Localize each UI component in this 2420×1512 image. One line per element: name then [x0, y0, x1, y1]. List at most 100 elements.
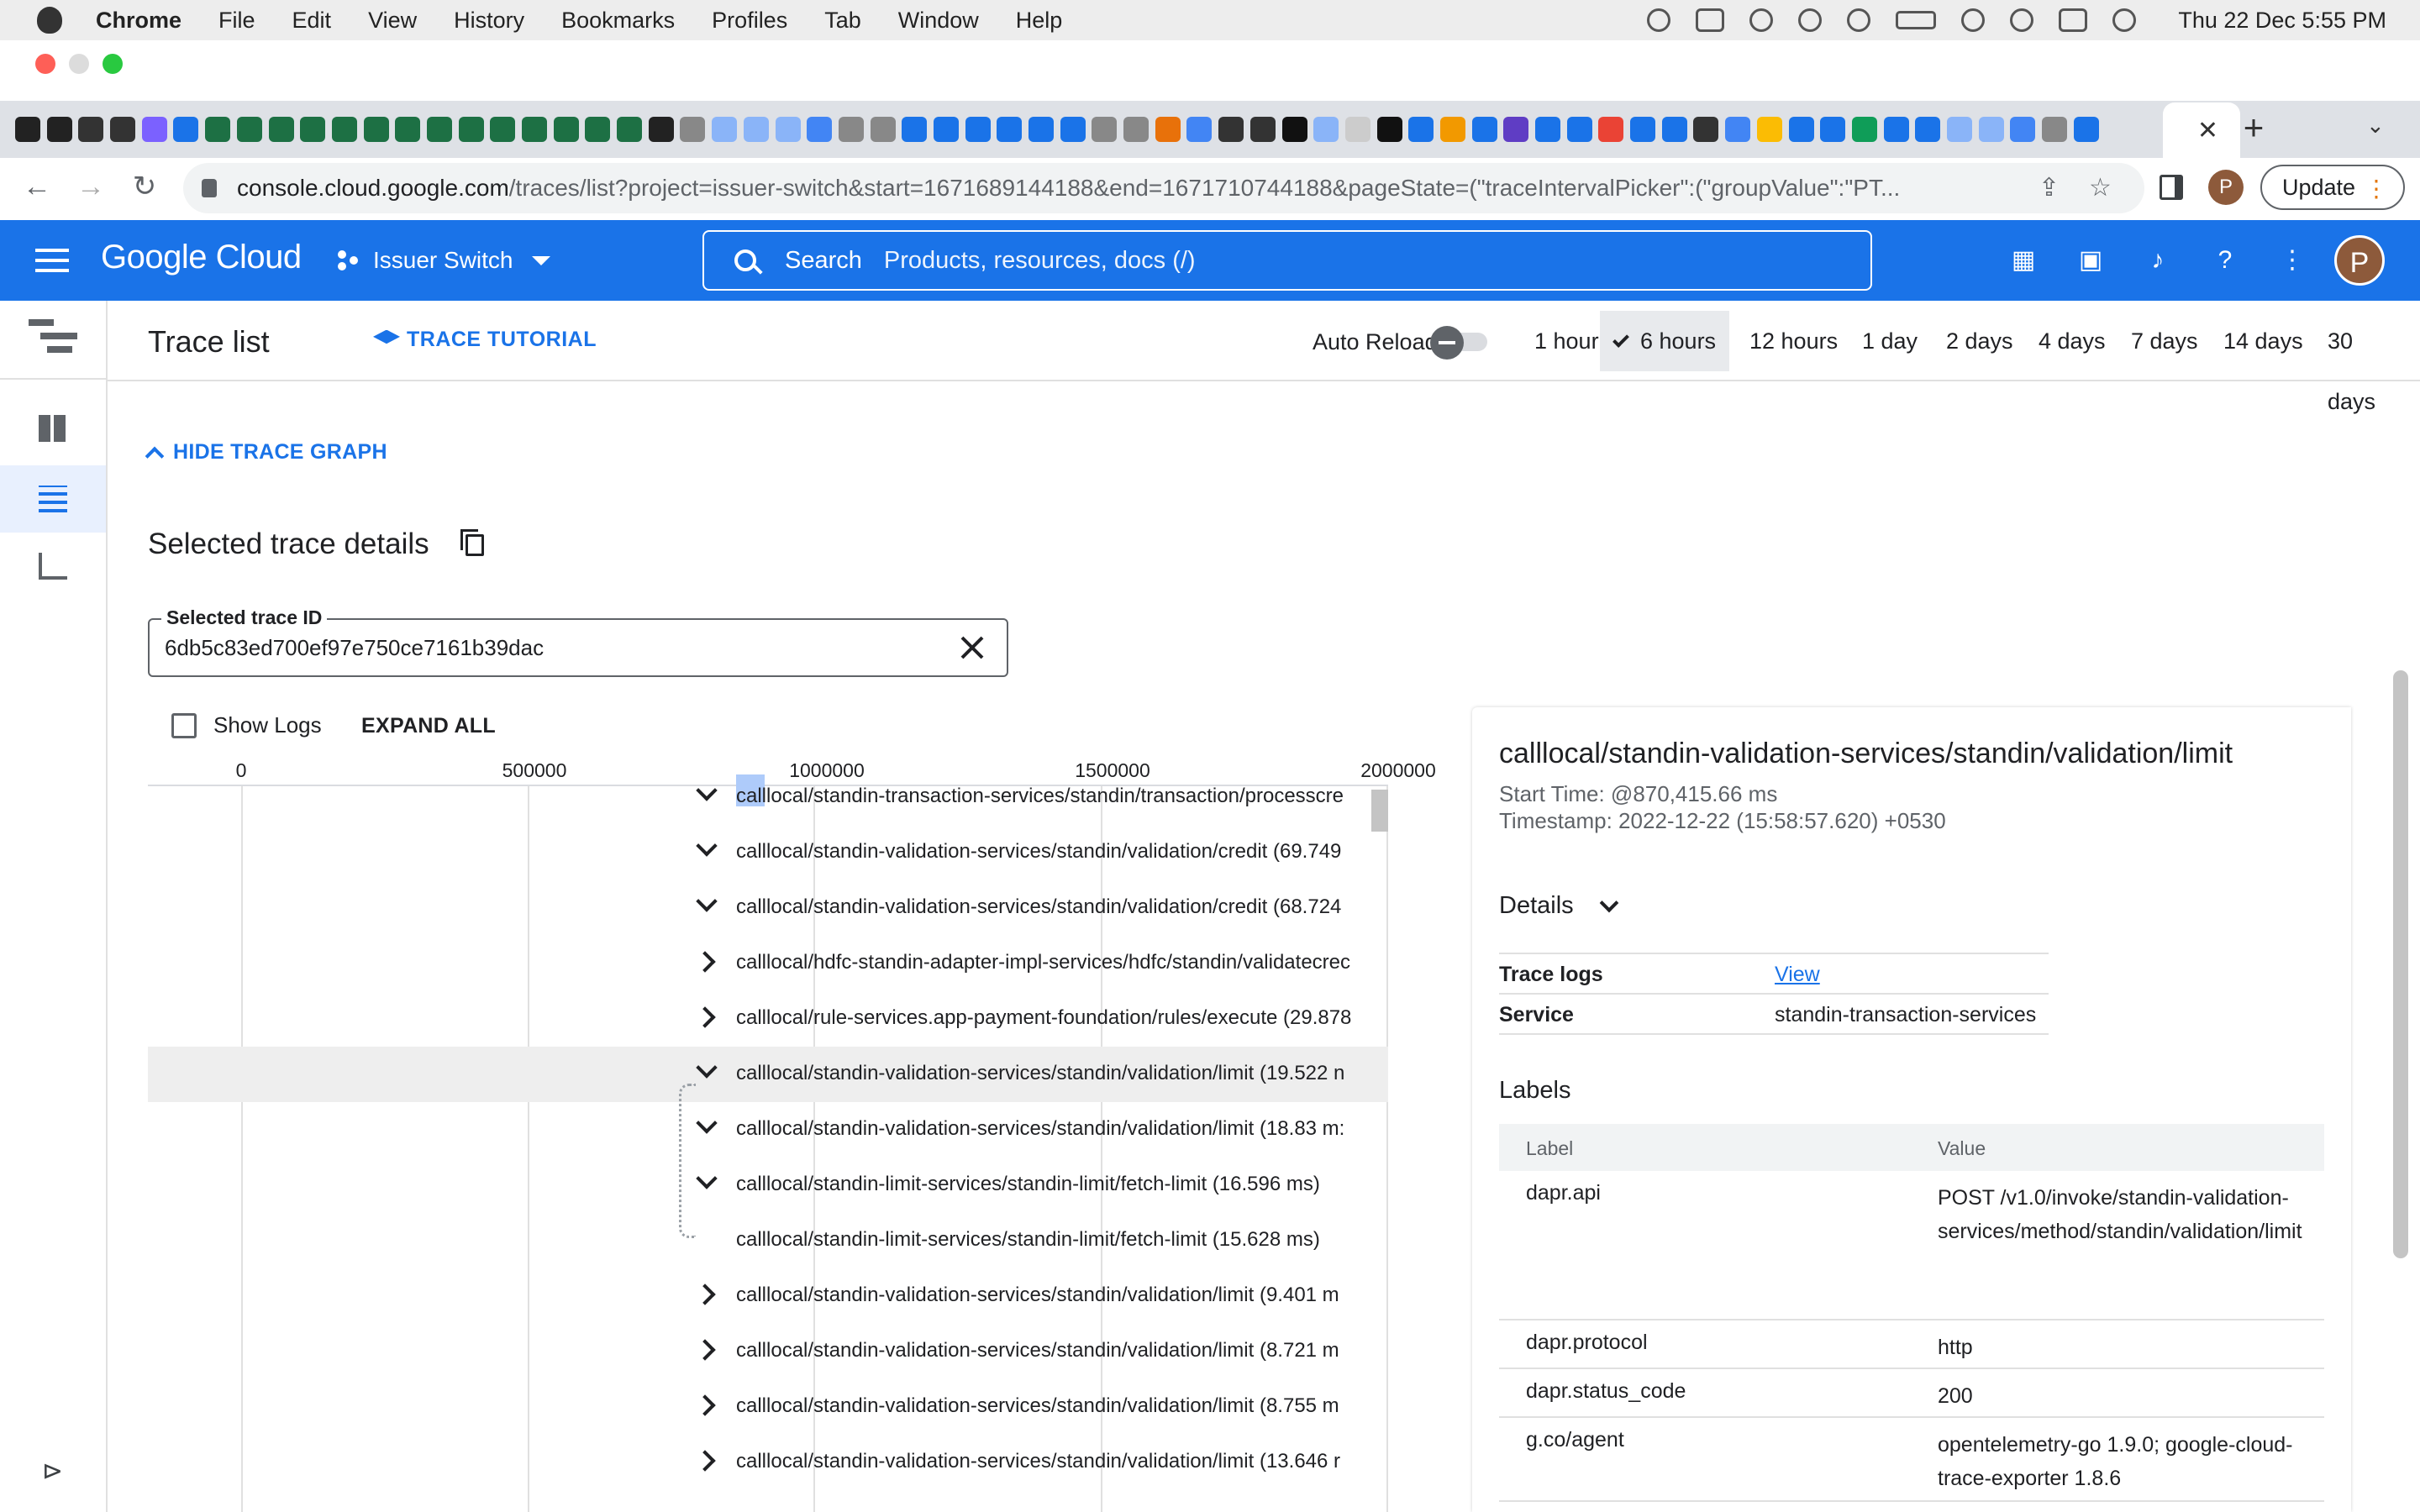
apple-icon[interactable]	[37, 7, 62, 34]
hamburger-menu-icon[interactable]	[35, 249, 69, 272]
control-center-icon[interactable]	[2059, 8, 2088, 32]
tab-favicon-icon[interactable]	[1946, 117, 1972, 142]
span-row[interactable]: calllocal/standin-validation-services/st…	[148, 1047, 1388, 1102]
tab-favicon-icon[interactable]	[110, 117, 136, 142]
tab-favicon-icon[interactable]	[1123, 117, 1150, 142]
tab-favicon-icon[interactable]	[775, 117, 801, 142]
tab-favicon-icon[interactable]	[46, 117, 72, 142]
chevron-right-icon[interactable]	[694, 1339, 716, 1361]
range-1-day[interactable]: 1 day	[1849, 311, 1931, 371]
address-bar[interactable]: console.cloud.google.com/traces/list?pro…	[183, 163, 2144, 213]
rail-analysis-reports[interactable]	[0, 533, 106, 600]
screenshot-icon[interactable]	[1696, 8, 1725, 32]
menu-tab[interactable]: Tab	[824, 8, 861, 34]
account-avatar[interactable]: P	[2334, 235, 2385, 286]
timeline-scrollbar[interactable]	[1371, 790, 1388, 832]
range-2-days[interactable]: 2 days	[1933, 311, 2027, 371]
range-1-hour[interactable]: 1 hour	[1521, 311, 1612, 371]
update-button[interactable]: Update ⋮	[2260, 165, 2405, 210]
tab-favicon-icon[interactable]	[1756, 117, 1782, 142]
range-7-days[interactable]: 7 days	[2118, 311, 2212, 371]
tab-search-chevron-icon[interactable]: ⌄	[2366, 113, 2385, 139]
menubar-clock[interactable]: Thu 22 Dec 5:55 PM	[2178, 8, 2386, 34]
menu-view[interactable]: View	[368, 8, 417, 34]
chevron-down-icon[interactable]	[696, 1168, 718, 1189]
chevron-down-icon[interactable]	[696, 1112, 718, 1134]
chevron-right-icon[interactable]	[694, 1284, 716, 1305]
show-logs-checkbox[interactable]: Show Logs	[171, 712, 322, 738]
menu-bookmarks[interactable]: Bookmarks	[561, 8, 675, 34]
chevron-right-icon[interactable]	[694, 1394, 716, 1416]
tab-favicon-icon[interactable]	[1218, 117, 1244, 142]
tab-favicon-icon[interactable]	[1439, 117, 1465, 142]
span-row[interactable]: calllocal/standin-validation-services/st…	[148, 825, 1388, 880]
tab-favicon-icon[interactable]	[1503, 117, 1529, 142]
play-icon[interactable]	[1749, 8, 1774, 32]
tab-favicon-icon[interactable]	[1186, 117, 1213, 142]
tab-favicon-icon[interactable]	[838, 117, 864, 142]
help-icon[interactable]: ?	[2212, 247, 2238, 274]
span-row[interactable]: calllocal/standin-validation-services/st…	[148, 1268, 1388, 1324]
lock-icon[interactable]	[202, 179, 217, 197]
active-tab[interactable]: ✕	[2163, 102, 2240, 158]
tab-favicon-icon[interactable]	[1820, 117, 1846, 142]
rail-trace-list[interactable]	[0, 465, 106, 533]
tab-favicon-icon[interactable]	[1978, 117, 2004, 142]
tab-favicon-icon[interactable]	[426, 117, 452, 142]
span-row[interactable]: calllocal/hdfc-standin-adapter-impl-serv…	[148, 936, 1388, 991]
span-row[interactable]: calllocal/standin-validation-services/st…	[148, 1435, 1388, 1490]
range-4-days[interactable]: 4 days	[2025, 311, 2119, 371]
tab-favicon-icon[interactable]	[300, 117, 326, 142]
tab-favicon-icon[interactable]	[1471, 117, 1497, 142]
moon-icon[interactable]	[1798, 8, 1823, 32]
tab-favicon-icon[interactable]	[617, 117, 643, 142]
chevron-down-icon[interactable]	[696, 1057, 718, 1079]
tab-favicon-icon[interactable]	[1566, 117, 1592, 142]
tab-favicon-icon[interactable]	[648, 117, 674, 142]
tab-favicon-icon[interactable]	[743, 117, 769, 142]
close-window-button[interactable]	[35, 54, 55, 74]
tab-favicon-icon[interactable]	[458, 117, 484, 142]
menu-profiles[interactable]: Profiles	[712, 8, 787, 34]
range-30-days[interactable]: 30 days	[2314, 311, 2420, 414]
details-expander[interactable]: Details	[1499, 892, 1618, 920]
kebab-menu-icon[interactable]: ⋮	[2365, 175, 2388, 202]
menu-edit[interactable]: Edit	[292, 8, 332, 34]
tab-favicon-icon[interactable]	[1851, 117, 1877, 142]
tab-favicon-icon[interactable]	[1028, 117, 1054, 142]
battery-icon[interactable]	[1896, 11, 1937, 29]
share-icon[interactable]: ⇪	[2039, 176, 2064, 201]
tab-favicon-icon[interactable]	[1788, 117, 1814, 142]
chevron-down-icon[interactable]	[696, 835, 718, 857]
tab-favicon-icon[interactable]	[1661, 117, 1687, 142]
menu-window[interactable]: Window	[898, 8, 979, 34]
tab-favicon-icon[interactable]	[522, 117, 547, 142]
chevron-right-icon[interactable]	[694, 951, 716, 973]
tab-favicon-icon[interactable]	[1092, 117, 1118, 142]
auto-reload-toggle[interactable]	[1430, 326, 1489, 360]
tab-favicon-icon[interactable]	[585, 117, 611, 142]
tab-favicon-icon[interactable]	[331, 117, 357, 142]
tab-close-icon[interactable]: ✕	[2197, 116, 2218, 145]
menu-help[interactable]: Help	[1016, 8, 1063, 34]
minimize-window-button[interactable]	[69, 54, 89, 74]
range-14-days[interactable]: 14 days	[2210, 311, 2317, 371]
range-6-hours[interactable]: 6 hours	[1600, 311, 1730, 371]
tab-favicon-icon[interactable]	[1155, 117, 1181, 142]
tab-favicon-icon[interactable]	[712, 117, 738, 142]
project-picker[interactable]: Issuer Switch	[338, 244, 550, 277]
span-row[interactable]: calllocal/standin-transaction-services/s…	[148, 769, 1388, 825]
tab-favicon-icon[interactable]	[1535, 117, 1560, 142]
side-panel-icon[interactable]	[2160, 175, 2183, 200]
tab-favicon-icon[interactable]	[1249, 117, 1276, 142]
tab-favicon-icon[interactable]	[268, 117, 294, 142]
tab-favicon-icon[interactable]	[933, 117, 959, 142]
tab-favicon-icon[interactable]	[1376, 117, 1402, 142]
expand-rail-icon[interactable]: ⊳	[42, 1457, 63, 1486]
tab-favicon-icon[interactable]	[2073, 117, 2099, 142]
tab-favicon-icon[interactable]	[965, 117, 991, 142]
tab-favicon-icon[interactable]	[1630, 117, 1656, 142]
more-options-icon[interactable]: ⋮	[2279, 247, 2306, 274]
tab-favicon-icon[interactable]	[15, 117, 40, 142]
span-row[interactable]: calllocal/standin-validation-services/st…	[148, 1324, 1388, 1379]
